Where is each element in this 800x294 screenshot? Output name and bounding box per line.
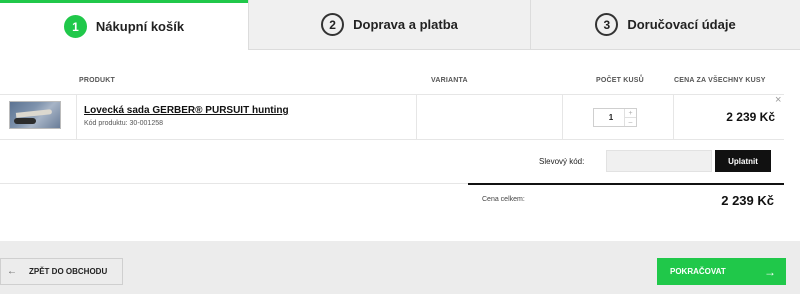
back-to-shop-button[interactable]: ← ZPĚT DO OBCHODU	[0, 258, 123, 285]
column-header-price: CENA ZA VŠECHNY KUSY	[674, 77, 766, 84]
quantity-decrease-button[interactable]: –	[625, 117, 636, 126]
column-divider	[562, 94, 563, 140]
total-label: Cena celkem:	[482, 196, 525, 203]
quantity-input[interactable]: 1	[594, 109, 624, 126]
cart-row	[0, 94, 784, 140]
step-number-badge: 1	[63, 15, 87, 38]
step-cart-tab[interactable]: 1 Nákupní košík	[0, 0, 248, 50]
back-to-shop-label: ZPĚT DO OBCHODU	[29, 267, 108, 276]
checkout-steps: 1 Nákupní košík 2 Doprava a platba 3 Dor…	[0, 0, 800, 50]
product-name-link[interactable]: Lovecká sada GERBER® PURSUIT hunting	[84, 105, 289, 116]
step-label: Doprava a platba	[353, 17, 458, 32]
column-header-quantity: POČET KUSŮ	[596, 77, 644, 84]
column-header-product: PRODUKT	[79, 77, 116, 84]
column-header-variant: VARIANTA	[431, 77, 468, 84]
knife-blade-shape	[15, 109, 53, 118]
column-divider	[416, 94, 417, 140]
column-divider	[673, 94, 674, 140]
discount-code-label: Slevový kód:	[539, 157, 585, 166]
remove-item-icon[interactable]: ×	[775, 95, 781, 106]
row-total-price: 2 239 Kč	[726, 110, 775, 124]
total-divider	[468, 183, 784, 185]
column-divider	[76, 94, 77, 140]
apply-discount-button[interactable]: Uplatnit	[715, 150, 771, 172]
quantity-stepper: 1 + –	[593, 108, 637, 127]
total-price: 2 239 Kč	[721, 193, 774, 208]
step-number-badge: 2	[321, 13, 345, 36]
product-thumbnail[interactable]	[9, 101, 61, 129]
step-label: Doručovací údaje	[627, 17, 736, 32]
discount-code-input[interactable]	[606, 150, 712, 172]
step-shipping-payment-tab[interactable]: 2 Doprava a platba	[248, 0, 530, 50]
arrow-right-icon: →	[764, 264, 776, 279]
quantity-buttons: + –	[624, 109, 636, 126]
quantity-increase-button[interactable]: +	[625, 109, 636, 117]
step-number-badge: 3	[595, 13, 619, 36]
step-label: Nákupní košík	[95, 19, 185, 34]
arrow-left-icon: ←	[7, 266, 17, 277]
continue-button[interactable]: POKRAČOVAT →	[657, 258, 786, 285]
step-delivery-details-tab[interactable]: 3 Doručovací údaje	[530, 0, 800, 50]
product-code: Kód produktu: 30-001258	[84, 120, 164, 127]
continue-label: POKRAČOVAT	[670, 267, 726, 276]
knife-handle-shape	[14, 118, 36, 124]
